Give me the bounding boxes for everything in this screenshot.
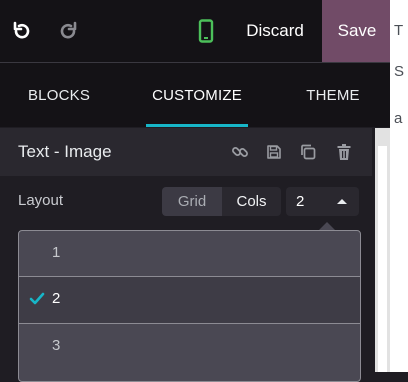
trash-icon[interactable] (335, 143, 353, 161)
link-icon[interactable] (231, 143, 249, 161)
layout-cols-button[interactable]: Cols (222, 187, 281, 216)
mobile-preview-icon[interactable] (193, 18, 219, 44)
preview-text-fragment: a (394, 110, 403, 127)
scrollbar-thumb[interactable] (378, 146, 387, 372)
preview-text-fragment: S (394, 63, 405, 80)
dropdown-option-label: 3 (52, 337, 61, 354)
preview-text-fragment: T (394, 22, 404, 39)
dropdown-option-2[interactable]: 2 (19, 276, 360, 324)
save-icon-graphic (267, 145, 281, 159)
mobile-icon-graphic (198, 19, 214, 43)
caret-up-icon (337, 199, 347, 204)
save-button[interactable]: Save (322, 0, 392, 62)
panel-scrollbar[interactable] (375, 128, 390, 372)
undo-icon[interactable] (8, 18, 34, 44)
undo-icon-graphic (13, 21, 30, 39)
layout-grid-button[interactable]: Grid (162, 187, 222, 216)
link-icon-graphic (232, 147, 248, 157)
dropdown-option-1[interactable]: 1 (19, 231, 360, 277)
columns-select[interactable]: 2 (286, 187, 359, 216)
columns-select-value: 2 (296, 193, 305, 210)
dropdown-option-label: 1 (52, 244, 61, 261)
dropdown-pointer (319, 222, 335, 230)
block-options-header: Text - Image (0, 128, 372, 176)
checkmark-icon-graphic (29, 292, 45, 305)
redo-icon[interactable] (56, 18, 82, 44)
dropdown-option-3[interactable]: 3 (19, 324, 360, 370)
tab-theme[interactable]: THEME (290, 63, 376, 127)
dropdown-option-label: 2 (52, 290, 61, 307)
redo-icon-graphic (60, 21, 77, 39)
section-title: Text - Image (18, 142, 112, 161)
layout-segmented-control: Grid Cols (162, 187, 281, 216)
trash-icon-graphic (337, 144, 351, 160)
editor-tabs: BLOCKS CUSTOMIZE THEME (0, 63, 390, 127)
save-icon[interactable] (265, 143, 283, 161)
tab-blocks[interactable]: BLOCKS (10, 63, 108, 127)
tab-customize[interactable]: CUSTOMIZE (146, 63, 248, 127)
website-preview-edge: T S a (390, 0, 408, 372)
columns-dropdown-menu: 1 2 3 (18, 230, 361, 382)
clone-icon-graphic (301, 144, 316, 160)
clone-icon[interactable] (299, 143, 317, 161)
discard-button[interactable]: Discard (232, 0, 318, 62)
editor-toolbar: Discard Save (0, 0, 392, 63)
checkmark-icon (29, 292, 45, 311)
layout-label: Layout (18, 192, 64, 209)
